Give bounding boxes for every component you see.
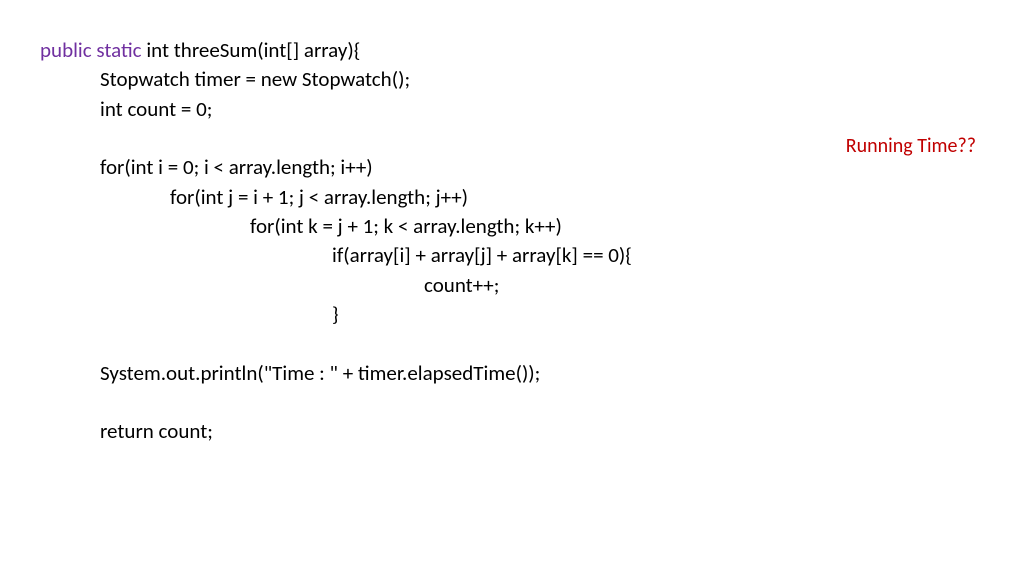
blank-line [40,330,984,359]
blank-line [40,124,984,153]
code-line-signature: public static int threeSum(int[] array){ [40,36,984,65]
code-line: count++; [40,271,984,300]
code-line: int count = 0; [40,95,984,124]
code-line: for(int k = j + 1; k < array.length; k++… [40,212,984,241]
annotation-running-time: Running Time?? [846,134,976,158]
method-signature: int threeSum(int[] array){ [146,37,360,63]
blank-line [40,388,984,417]
code-line: for(int j = i + 1; j < array.length; j++… [40,183,984,212]
code-line: return count; [40,417,984,446]
code-block: public static int threeSum(int[] array){… [40,36,984,446]
code-line: System.out.println("Time : " + timer.ela… [40,359,984,388]
code-line: if(array[i] + array[j] + array[k] == 0){ [40,241,984,270]
keyword-public-static: public static [40,37,146,63]
code-line: } [40,300,984,329]
code-line: for(int i = 0; i < array.length; i++) [40,153,984,182]
code-line: Stopwatch timer = new Stopwatch(); [40,65,984,94]
